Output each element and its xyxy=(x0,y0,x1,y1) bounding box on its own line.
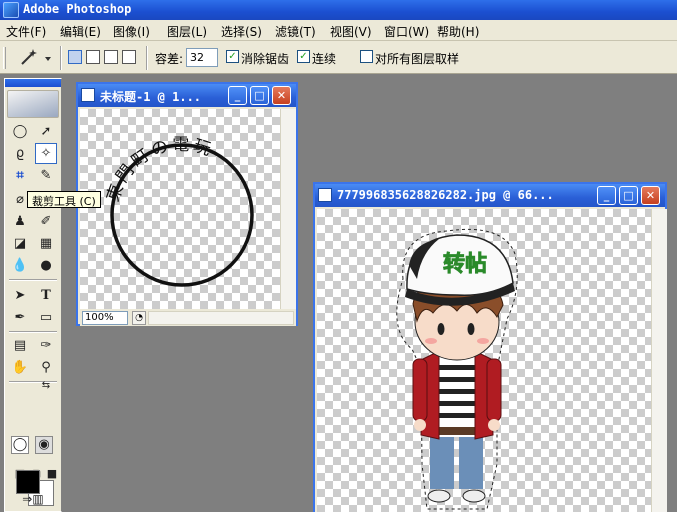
type-tool-icon[interactable]: T xyxy=(35,285,57,306)
menu-window[interactable]: 窗口(W) xyxy=(384,23,429,40)
intersect-selection-icon[interactable] xyxy=(122,50,136,64)
add-selection-icon[interactable] xyxy=(86,50,100,64)
app-title-bar[interactable]: Adobe Photoshop xyxy=(0,0,677,20)
cartoon-boy-artwork: 转帖 xyxy=(396,228,518,510)
maximize-button[interactable]: □ xyxy=(250,86,269,105)
menu-layer[interactable]: 图层(L) xyxy=(167,23,207,40)
menu-image[interactable]: 图像(I) xyxy=(113,23,150,40)
eraser-tool-icon[interactable]: ◪ xyxy=(9,233,31,254)
crop-tool-icon[interactable]: ⌗ xyxy=(9,165,31,186)
history-brush-tool-icon[interactable]: ✐ xyxy=(35,211,57,232)
tolerance-input[interactable]: 32 xyxy=(186,48,218,67)
close-button[interactable]: ✕ xyxy=(641,186,660,205)
all-layers-label: 对所有图层取样 xyxy=(375,52,460,66)
toolbox-header[interactable] xyxy=(5,79,61,87)
pen-tool-icon[interactable]: ✒ xyxy=(9,307,31,328)
hand-tool-icon[interactable]: ✋ xyxy=(9,357,31,378)
document-title: 777996835628826282.jpg @ 66... xyxy=(337,188,554,202)
vertical-scrollbar[interactable] xyxy=(651,209,667,512)
move-tool-icon[interactable]: ➚ xyxy=(35,121,57,142)
app-title: Adobe Photoshop xyxy=(23,2,132,16)
zoom-tool-icon[interactable]: ⚲ xyxy=(35,357,57,378)
document-title-bar[interactable]: 777996835628826282.jpg @ 66... _ □ ✕ xyxy=(315,184,665,207)
all-layers-checkbox[interactable] xyxy=(360,50,373,63)
close-button[interactable]: ✕ xyxy=(272,86,291,105)
toolbox: ◯ ➚ ϱ ✧ ⌗ ✎ ⌀ ♟ ✐ ◪ ▦ 💧 ● ➤ T ✒ ▭ ▤ ✑ ✋ … xyxy=(4,78,62,512)
standard-mode-icon[interactable]: ◯ xyxy=(11,436,29,454)
cap-logo-text: 转帖 xyxy=(443,251,487,277)
menu-filter[interactable]: 滤镜(T) xyxy=(275,23,316,40)
swap-colors-icon[interactable]: ⇆ xyxy=(39,379,53,393)
maximize-button[interactable]: □ xyxy=(619,186,638,205)
clone-stamp-tool-icon[interactable]: ♟ xyxy=(9,211,31,232)
toolbox-separator xyxy=(9,279,57,281)
options-grip[interactable] xyxy=(3,47,6,69)
minimize-button[interactable]: _ xyxy=(228,86,247,105)
zoom-level[interactable]: 100% xyxy=(82,311,128,325)
foreground-color-swatch[interactable] xyxy=(16,470,40,494)
minimize-button[interactable]: _ xyxy=(597,186,616,205)
gradient-tool-icon[interactable]: ▦ xyxy=(35,233,57,254)
magic-wand-tool-icon[interactable]: ✧ xyxy=(35,143,57,164)
marquee-tool-icon[interactable]: ◯ xyxy=(9,121,31,142)
document-window-jpg[interactable]: 777996835628826282.jpg @ 66... _ □ ✕ 转帖 xyxy=(313,182,667,512)
document-icon xyxy=(318,188,332,202)
menu-file[interactable]: 文件(F) xyxy=(6,23,46,40)
right-leg xyxy=(459,434,483,489)
options-separator xyxy=(146,46,148,70)
eyedropper-tool-icon[interactable]: ✑ xyxy=(35,335,57,356)
document-canvas[interactable]: 東門町の電玩 xyxy=(80,109,280,309)
document-window-untitled[interactable]: 未标题-1 @ 1... _ □ ✕ 東門町の電玩 100% ◔ xyxy=(76,82,298,326)
options-bar: 容差: 32 ✓ 消除锯齿 ✓ 连续 对所有图层取样 xyxy=(0,41,677,74)
toolbox-separator xyxy=(9,331,57,333)
menu-bar: 文件(F) 编辑(E) 图像(I) 图层(L) 选择(S) 滤镜(T) 视图(V… xyxy=(0,20,677,41)
menu-select[interactable]: 选择(S) xyxy=(221,23,262,40)
lasso-tool-icon[interactable]: ϱ xyxy=(9,143,31,164)
dodge-tool-icon[interactable]: ● xyxy=(35,255,57,276)
menu-edit[interactable]: 编辑(E) xyxy=(60,23,101,40)
horizontal-scrollbar[interactable] xyxy=(148,311,294,325)
status-menu-icon[interactable]: ◔ xyxy=(132,311,146,325)
path-selection-tool-icon[interactable]: ➤ xyxy=(9,285,31,306)
rectangle-tool-icon[interactable]: ▭ xyxy=(35,307,57,328)
left-leg xyxy=(430,434,454,489)
notes-tool-icon[interactable]: ▤ xyxy=(9,335,31,356)
document-canvas[interactable]: 转帖 xyxy=(317,209,651,512)
document-status-bar: 100% ◔ xyxy=(80,309,296,326)
document-title: 未标题-1 @ 1... xyxy=(100,90,202,104)
tolerance-label: 容差: xyxy=(155,52,184,66)
document-icon xyxy=(81,88,95,102)
feather-logo[interactable] xyxy=(7,90,59,118)
quick-mask-mode-icon[interactable]: ◉ xyxy=(35,436,53,454)
magic-wand-preset-icon[interactable] xyxy=(16,47,56,69)
circle-text-artwork: 東門町の電玩 xyxy=(103,135,254,287)
menu-view[interactable]: 视图(V) xyxy=(330,23,372,40)
crop-tool-tooltip: 裁剪工具 (C) xyxy=(27,191,101,208)
antialias-label: 消除锯齿 xyxy=(241,52,290,66)
screen-mode-full-icon[interactable]: ■ xyxy=(41,463,63,484)
vertical-scrollbar[interactable] xyxy=(280,109,296,309)
subtract-selection-icon[interactable] xyxy=(104,50,118,64)
contiguous-checkbox[interactable]: ✓ xyxy=(297,50,310,63)
new-selection-icon[interactable] xyxy=(68,50,82,64)
contiguous-label: 连续 xyxy=(312,52,337,66)
menu-help[interactable]: 帮助(H) xyxy=(437,23,479,40)
antialias-checkbox[interactable]: ✓ xyxy=(226,50,239,63)
slice-tool-icon[interactable]: ✎ xyxy=(35,165,57,186)
options-separator xyxy=(60,46,62,70)
blur-tool-icon[interactable]: 💧 xyxy=(9,255,31,276)
photoshop-icon xyxy=(3,2,19,18)
circle-path-text: 東門町の電玩 xyxy=(103,135,216,204)
document-title-bar[interactable]: 未标题-1 @ 1... _ □ ✕ xyxy=(78,84,296,107)
